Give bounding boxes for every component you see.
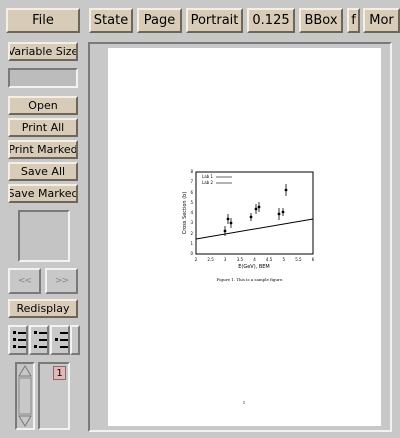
page-list-scrollbar[interactable] [15,362,35,430]
page-thumbnail-panner[interactable] [18,210,70,262]
x-tick-label: 5 [283,257,286,262]
save-marked-button[interactable]: Save Marked [8,184,78,203]
save-all-button[interactable]: Save All [8,162,78,181]
print-marked-button[interactable]: Print Marked [8,140,78,159]
y-tick-label: 0 [190,251,193,256]
page-list-item[interactable]: 1 [53,366,66,380]
mark-odd-pages-button[interactable] [29,325,49,355]
state-menu-button[interactable]: State [89,8,133,33]
x-tick-label: 2.5 [207,257,214,262]
document-viewport[interactable]: 2 2.5 3 3.5 4 4.5 5 5.5 6 0 1 2 3 4 5 6 … [88,42,392,432]
y-tick-label: 2 [190,231,193,236]
plot-frame [195,171,314,255]
next-page-button[interactable]: >> [45,268,78,294]
x-tick-label: 5.5 [295,257,302,262]
media-menu-button[interactable]: f [347,8,360,33]
x-tick-label: 3 [224,257,227,262]
legend-entry: Lab 1 [202,174,213,179]
figure-caption: Figure 1. This is a sample figure. [216,277,283,282]
x-tick-label: 4.5 [266,257,273,262]
data-points [223,184,288,236]
document-page: 2 2.5 3 3.5 4 4.5 5 5.5 6 0 1 2 3 4 5 6 … [108,48,381,426]
y-axis-label: Cross Section (b) [182,192,188,235]
bbox-menu-button[interactable]: BBox [299,8,343,33]
print-all-button[interactable]: Print All [8,118,78,137]
mark-even-pages-button[interactable] [50,325,70,355]
y-tick-label: 7 [190,179,193,184]
y-tick-label: 6 [190,190,193,195]
magnification-menu-button[interactable]: 0.125 [247,8,295,33]
figure-plot: 2 2.5 3 3.5 4 4.5 5 5.5 6 0 1 2 3 4 5 6 … [182,169,315,405]
file-menu-button[interactable]: File [6,8,80,33]
y-tick-label: 1 [190,241,193,246]
variable-size-button[interactable]: Variable Size [8,42,78,61]
filename-field [8,68,78,88]
mark-all-pages-button[interactable] [70,325,80,355]
previous-page-button[interactable]: << [8,268,41,294]
more-menu-button[interactable]: Mor [363,8,400,33]
open-button[interactable]: Open [8,96,78,115]
y-tick-label: 4 [190,210,193,215]
legend-entry: Lab 2 [202,180,213,185]
y-tick-label: 5 [190,200,193,205]
x-axis-label: E(GeV), BEM [238,264,270,270]
y-tick-label: 8 [190,169,193,174]
fit-line [195,218,314,240]
x-tick-label: 3.5 [237,257,244,262]
y-tick-label: 3 [190,220,193,225]
document-page-number: 1 [243,400,246,405]
x-tick-label: 4 [253,257,256,262]
x-tick-label: 6 [312,257,315,262]
mark-current-page-button[interactable] [8,325,28,355]
redisplay-button[interactable]: Redisplay [8,299,78,318]
orientation-menu-button[interactable]: Portrait [186,8,243,33]
scrollbar-arrows-icon [18,365,32,427]
page-menu-button[interactable]: Page [137,8,182,33]
x-tick-label: 2 [195,257,198,262]
